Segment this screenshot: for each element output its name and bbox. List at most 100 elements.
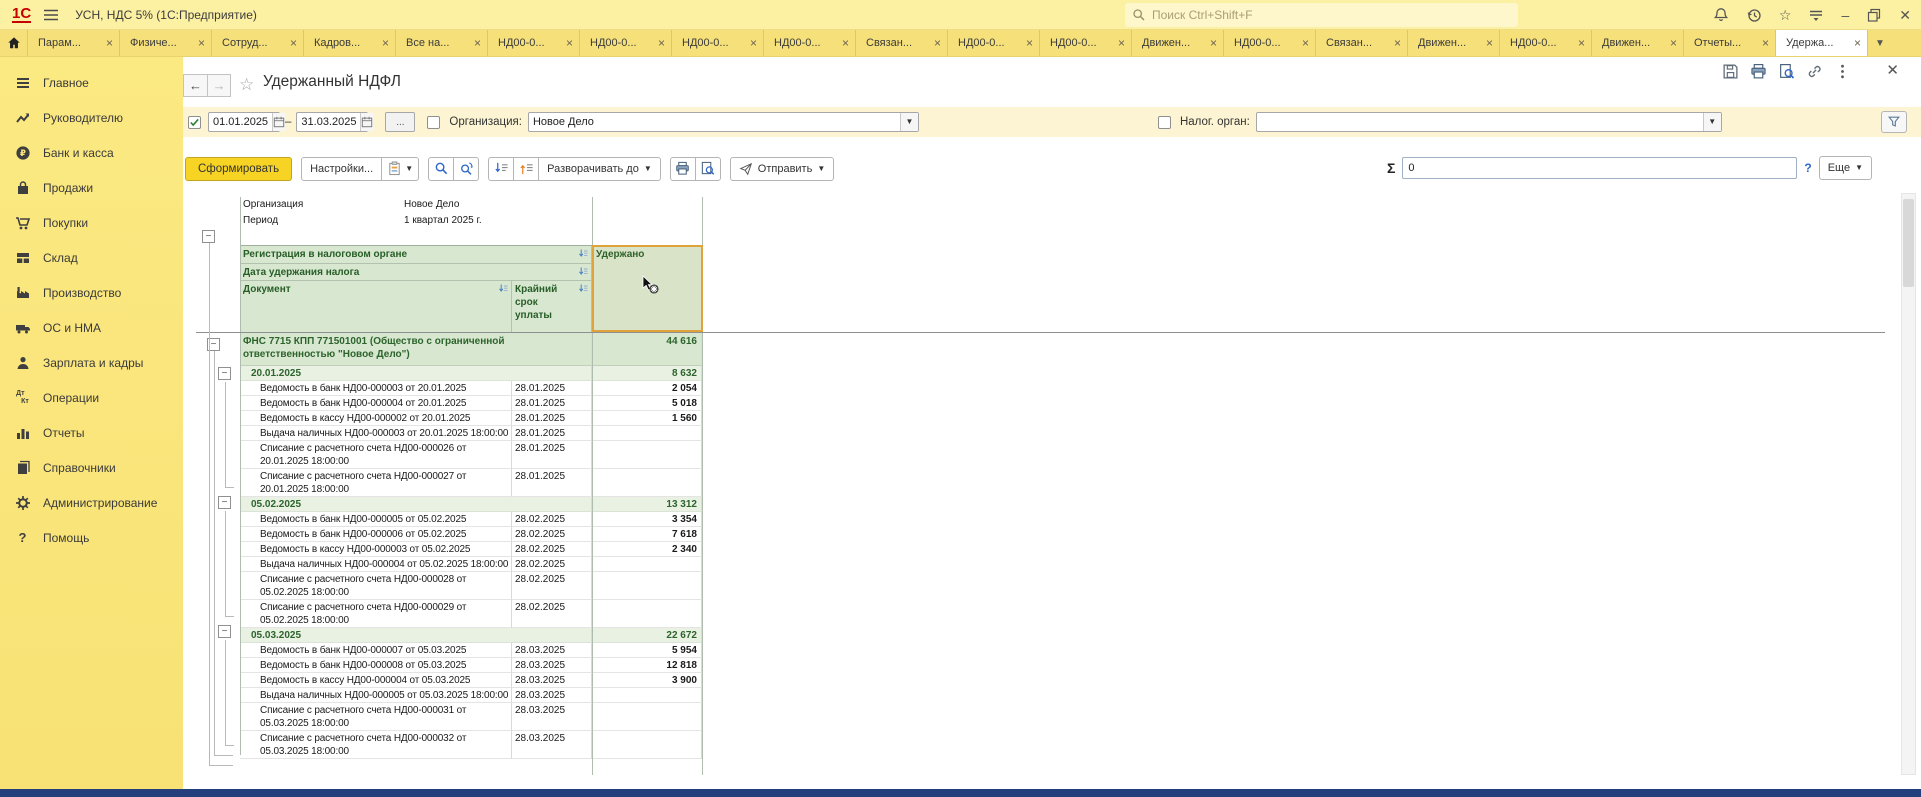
sidebar-item-os-i-nma[interactable]: ОС и НМА <box>0 310 183 345</box>
tab-6[interactable]: НД00-0...× <box>488 30 580 56</box>
report-detail-row[interactable]: Выдача наличных НД00-000005 от 05.03.202… <box>240 688 702 703</box>
tab-1[interactable]: Парам...× <box>28 30 120 56</box>
collapse-group-icon[interactable]: − <box>202 230 215 243</box>
autosum-field[interactable]: 0 <box>1402 157 1797 179</box>
report-detail-row[interactable]: Ведомость в кассу НД00-000002 от 20.01.2… <box>240 411 702 426</box>
document-cell[interactable]: Ведомость в кассу НД00-000003 от 05.02.2… <box>240 542 512 557</box>
org-group-label[interactable]: ФНС 7715 КПП 771501001 (Общество с огран… <box>240 333 592 366</box>
calendar-icon[interactable] <box>272 113 285 131</box>
sidebar-item-operacii[interactable]: ДтКтОперации <box>0 380 183 415</box>
dropdown-arrow-icon[interactable]: ▼ <box>1703 113 1721 131</box>
tab-close-icon[interactable]: × <box>198 36 205 50</box>
functions-menu-icon[interactable] <box>1808 7 1824 23</box>
group-date[interactable]: 05.03.2025 <box>240 628 592 643</box>
document-cell[interactable]: Списание с расчетного счета НД00-000026 … <box>240 441 512 469</box>
amount-cell[interactable]: 5 954 <box>592 643 702 658</box>
sort-icon[interactable] <box>579 284 589 294</box>
period-from-field[interactable]: 01.01.2025 <box>208 112 280 132</box>
sort-icon[interactable] <box>579 249 589 259</box>
print-button[interactable] <box>670 157 696 181</box>
header-deadline[interactable]: Крайний срок уплаты <box>512 281 592 332</box>
tab-close-icon[interactable]: × <box>934 36 941 50</box>
notifications-bell-icon[interactable] <box>1713 7 1729 23</box>
report-org-group-row[interactable]: ФНС 7715 КПП 771501001 (Общество с огран… <box>240 333 702 366</box>
tab-9[interactable]: НД00-0...× <box>764 30 856 56</box>
period-checkbox[interactable] <box>188 116 201 129</box>
tab-close-icon[interactable]: × <box>566 36 573 50</box>
tab-18[interactable]: Движен...× <box>1592 30 1684 56</box>
deadline-cell[interactable]: 28.02.2025 <box>512 542 592 557</box>
report-detail-row[interactable]: Списание с расчетного счета НД00-000031 … <box>240 703 702 731</box>
collapse-group-icon[interactable]: − <box>218 367 231 380</box>
filter-settings-button[interactable] <box>1881 111 1907 133</box>
history-icon[interactable] <box>1746 7 1762 23</box>
add-to-favorites-icon[interactable]: ☆ <box>239 75 254 95</box>
org-group-total[interactable]: 44 616 <box>592 333 702 366</box>
amount-cell[interactable] <box>592 688 702 703</box>
tab-11[interactable]: НД00-0...× <box>948 30 1040 56</box>
organization-checkbox[interactable] <box>427 116 440 129</box>
organization-combo[interactable]: Новое Дело ▼ <box>528 112 919 132</box>
expand-to-button[interactable]: Разворачивать до ▼ <box>538 157 661 181</box>
report-detail-row[interactable]: Списание с расчетного счета НД00-000026 … <box>240 441 702 469</box>
period-to-field[interactable]: 31.03.2025 <box>296 112 368 132</box>
deadline-cell[interactable]: 28.02.2025 <box>512 572 592 600</box>
deadline-cell[interactable]: 28.01.2025 <box>512 426 592 441</box>
report-detail-row[interactable]: Ведомость в банк НД00-000004 от 20.01.20… <box>240 396 702 411</box>
report-detail-row[interactable]: Выдача наличных НД00-000004 от 05.02.202… <box>240 557 702 572</box>
deadline-cell[interactable]: 28.01.2025 <box>512 469 592 497</box>
document-cell[interactable]: Ведомость в кассу НД00-000004 от 05.03.2… <box>240 673 512 688</box>
more-vertical-icon[interactable] <box>1834 63 1851 80</box>
tab-list-dropdown[interactable]: ▼ <box>1868 30 1892 56</box>
tab-close-icon[interactable]: × <box>658 36 665 50</box>
amount-cell[interactable]: 12 818 <box>592 658 702 673</box>
report-variant-button[interactable]: ▼ <box>381 157 419 181</box>
deadline-cell[interactable]: 28.03.2025 <box>512 731 592 759</box>
deadline-cell[interactable]: 28.03.2025 <box>512 688 592 703</box>
report-detail-row[interactable]: Списание с расчетного счета НД00-000028 … <box>240 572 702 600</box>
find-next-button[interactable] <box>453 157 479 181</box>
amount-cell[interactable]: 3 354 <box>592 512 702 527</box>
send-button[interactable]: Отправить ▼ <box>730 157 834 181</box>
back-button[interactable]: ← <box>183 74 207 97</box>
sidebar-item-spravochniki[interactable]: Справочники <box>0 450 183 485</box>
document-cell[interactable]: Выдача наличных НД00-000003 от 20.01.202… <box>240 426 512 441</box>
document-cell[interactable]: Ведомость в банк НД00-000004 от 20.01.20… <box>240 396 512 411</box>
tab-close-icon[interactable]: × <box>290 36 297 50</box>
document-cell[interactable]: Ведомость в банк НД00-000008 от 05.03.20… <box>240 658 512 673</box>
collapse-groups-button[interactable] <box>488 157 514 181</box>
amount-cell[interactable]: 7 618 <box>592 527 702 542</box>
deadline-cell[interactable]: 28.02.2025 <box>512 527 592 542</box>
home-tab[interactable] <box>0 30 28 56</box>
collapse-group-icon[interactable]: − <box>218 496 231 509</box>
report-date-group-row[interactable]: 05.02.202513 312 <box>240 497 702 512</box>
document-cell[interactable]: Ведомость в банк НД00-000003 от 20.01.20… <box>240 381 512 396</box>
close-window-icon[interactable]: ✕ <box>1899 7 1911 23</box>
sidebar-item-bank-i-kassa[interactable]: ₽Банк и касса <box>0 135 183 170</box>
report-detail-row[interactable]: Списание с расчетного счета НД00-000032 … <box>240 731 702 759</box>
amount-cell[interactable] <box>592 572 702 600</box>
deadline-cell[interactable]: 28.02.2025 <box>512 557 592 572</box>
sidebar-item-glavnoe[interactable]: Главное <box>0 65 183 100</box>
report-detail-row[interactable]: Списание с расчетного счета НД00-000029 … <box>240 600 702 628</box>
deadline-cell[interactable]: 28.02.2025 <box>512 512 592 527</box>
document-cell[interactable]: Ведомость в банк НД00-000005 от 05.02.20… <box>240 512 512 527</box>
sidebar-item-otchety[interactable]: Отчеты <box>0 415 183 450</box>
report-detail-row[interactable]: Выдача наличных НД00-000003 от 20.01.202… <box>240 426 702 441</box>
sidebar-item-pomoshch[interactable]: ?Помощь <box>0 520 183 555</box>
deadline-cell[interactable]: 28.03.2025 <box>512 703 592 731</box>
document-cell[interactable]: Списание с расчетного счета НД00-000027 … <box>240 469 512 497</box>
calendar-icon[interactable] <box>360 113 373 131</box>
forward-button[interactable]: → <box>207 74 231 97</box>
preview-icon[interactable] <box>1778 63 1795 80</box>
amount-cell[interactable]: 3 900 <box>592 673 702 688</box>
deadline-cell[interactable]: 28.03.2025 <box>512 658 592 673</box>
deadline-cell[interactable]: 28.03.2025 <box>512 643 592 658</box>
generate-button[interactable]: Сформировать <box>185 157 292 181</box>
deadline-cell[interactable]: 28.01.2025 <box>512 381 592 396</box>
find-button[interactable] <box>428 157 454 181</box>
tab-17[interactable]: НД00-0...× <box>1500 30 1592 56</box>
tab-13[interactable]: Движен...× <box>1132 30 1224 56</box>
tab-close-icon[interactable]: × <box>382 36 389 50</box>
tab-close-icon[interactable]: × <box>1026 36 1033 50</box>
